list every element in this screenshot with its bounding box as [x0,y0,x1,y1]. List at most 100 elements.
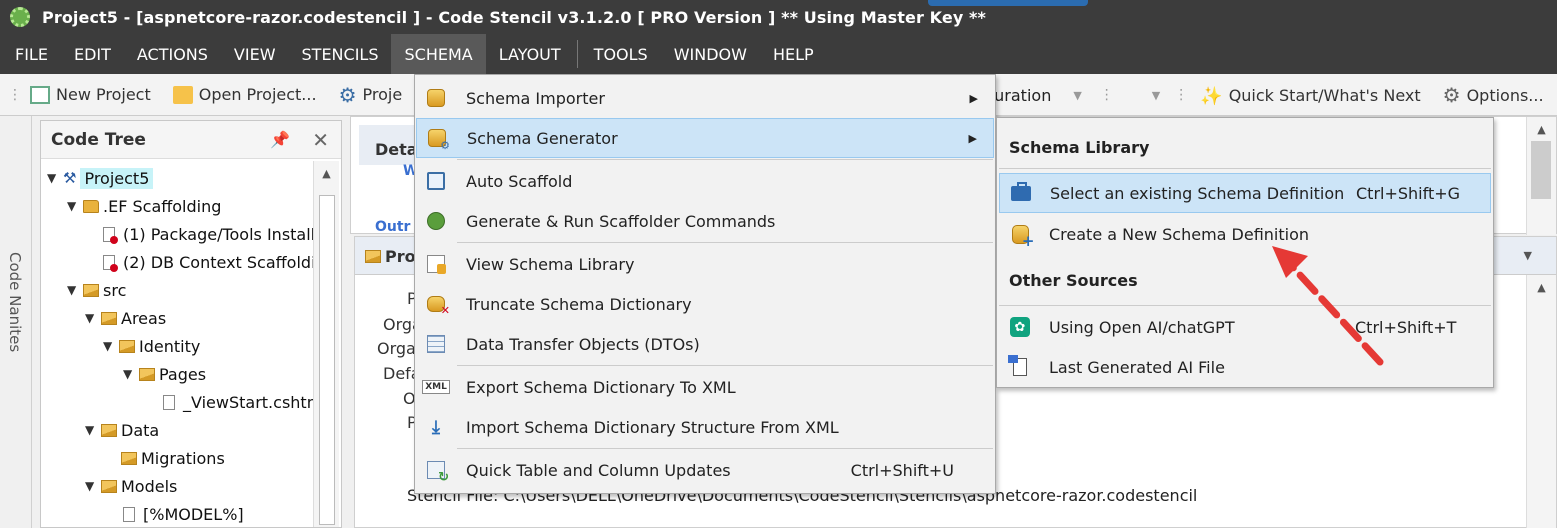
library-icon [426,254,446,274]
tree-node-label: src [103,280,127,300]
tree-node[interactable]: _ViewStart.cshtml [163,389,327,415]
close-icon[interactable]: ✕ [312,128,329,152]
menu-item-export-xml[interactable]: XML Export Schema Dictionary To XML [416,367,994,407]
project-settings-label: Proje [362,85,403,104]
tree-node[interactable]: (1) Package/Tools Install [103,221,315,247]
chevron-down-icon[interactable]: ▼ [67,283,83,297]
chevron-down-icon[interactable]: ▼ [85,311,101,325]
schema-menu: Schema Importer ▶ Schema Generator ▶ Aut… [414,74,996,494]
menu-item-dtos[interactable]: Data Transfer Objects (DTOs) [416,324,994,364]
open-project-label: Open Project... [198,85,317,104]
toolbar-grip-icon[interactable]: ⋮ [1174,87,1188,103]
menu-window[interactable]: WINDOW [661,34,760,74]
open-project-button[interactable]: Open Project... [172,85,317,104]
quick-start-label: Quick Start/What's Next [1228,85,1421,105]
script-icon [103,226,118,244]
code-nanites-tab[interactable]: Code Nanites [6,252,24,352]
scroll-up-icon[interactable]: ▲ [1527,117,1556,136]
database-add-icon [1009,223,1034,250]
menu-item-shortcut: Ctrl+Shift+U [850,460,954,480]
scroll-up-icon[interactable]: ▲ [1527,275,1556,294]
chevron-down-icon[interactable]: ▼ [85,479,101,493]
script-icon [103,254,118,272]
toolbar-grip-icon[interactable]: ⋮ [8,87,22,103]
tree-node[interactable]: ▼ src [67,277,126,303]
menu-stencils[interactable]: STENCILS [289,34,392,74]
tree-node[interactable]: ▼ Models [85,473,177,499]
chevron-down-icon[interactable]: ▼ [67,199,83,213]
tree-node[interactable]: [%MODEL%] [123,501,244,527]
tree-node[interactable]: (2) DB Context Scaffoldi... [103,249,331,275]
project-settings-button[interactable]: ⚙ Proje [339,85,403,105]
menu-item-schema-importer[interactable]: Schema Importer ▶ [416,78,994,118]
options-gear-icon: ⚙ [1442,83,1461,107]
details-scrollbar[interactable]: ▲ [1526,117,1556,235]
project-scrollbar[interactable]: ▲ [1526,275,1556,528]
menu-help[interactable]: HELP [760,34,827,74]
database-gear-icon [427,128,450,152]
tree-node[interactable]: ▼ Identity [103,333,200,359]
menu-schema[interactable]: SCHEMA [391,34,486,74]
quick-start-button[interactable]: ✨ Quick Start/What's Next [1200,85,1421,108]
menu-item-schema-generator[interactable]: Schema Generator ▶ [416,118,994,158]
tree-node[interactable]: Migrations [121,445,225,471]
schema-generator-submenu: Schema Library Select an existing Schema… [996,117,1494,388]
chevron-down-icon[interactable]: ▼ [103,339,119,353]
menu-item-truncate-schema[interactable]: Truncate Schema Dictionary [416,284,994,324]
tab-dropdown-icon[interactable]: ▼ [1524,249,1532,262]
toolbar-right-group: guration ▼ ⋮ ▼ ⋮ ✨ Quick Start/What's Ne… [984,74,1557,116]
tree-node[interactable]: ▼ ⚒ Project5 [47,165,154,191]
project-tab-label: Pro [385,247,416,266]
chevron-down-icon[interactable]: ▼ [123,367,139,381]
tree-node[interactable]: ▼ Pages [123,361,206,387]
menu-item-label: Export Schema Dictionary To XML [466,377,736,397]
folder-open-icon [101,479,117,493]
scroll-up-icon[interactable]: ▲ [314,161,339,180]
toolbar-grip-icon[interactable]: ⋮ [1100,87,1114,103]
menu-file[interactable]: FILE [2,34,61,74]
window-title: Project5 - [aspnetcore-razor.codestencil… [42,7,986,27]
configuration-dropdown-icon[interactable]: ▼ [1073,89,1081,102]
menu-item-import-xml[interactable]: ⤓ Import Schema Dictionary Structure Fro… [416,407,994,447]
menu-edit[interactable]: EDIT [61,34,124,74]
ai-file-icon [1008,355,1031,378]
download-icon: ⤓ [432,416,440,438]
chevron-down-icon[interactable]: ▼ [47,171,63,185]
scrollbar-thumb[interactable] [319,195,335,525]
tree-node[interactable]: ▼ .EF Scaffolding [67,193,221,219]
menu-layout[interactable]: LAYOUT [486,34,574,74]
toolbar-overflow-icon[interactable]: ▼ [1152,89,1160,102]
menu-view[interactable]: VIEW [221,34,289,74]
menu-item-create-new-schema[interactable]: Create a New Schema Definition [999,214,1491,254]
menu-item-label: Using Open AI/chatGPT [1049,317,1235,337]
file-icon [123,506,135,522]
xml-icon: XML [422,377,450,397]
chevron-down-icon[interactable]: ▼ [85,423,101,437]
menu-item-generate-run-scaffolder[interactable]: Generate & Run Scaffolder Commands [416,201,994,241]
new-project-button[interactable]: New Project [30,85,151,104]
project-tab[interactable]: Pro [365,247,416,266]
menu-item-shortcut: Ctrl+Shift+G [1356,183,1461,203]
menu-item-label: View Schema Library [466,254,635,274]
menu-item-quick-table-updates[interactable]: Quick Table and Column Updates Ctrl+Shif… [416,450,994,490]
pin-icon[interactable]: 📌 [270,130,290,149]
menu-item-view-schema-library[interactable]: View Schema Library [416,244,994,284]
scrollbar-thumb[interactable] [1531,141,1551,199]
run-icon [426,211,446,231]
menu-item-using-openai[interactable]: ✿ Using Open AI/chatGPT Ctrl+Shift+T [999,307,1491,347]
tree-node-label: Areas [121,308,167,328]
menu-actions[interactable]: ACTIONS [124,34,221,74]
submenu-header-schema-library: Schema Library [1009,138,1150,157]
tree-node[interactable]: ▼ Data [85,417,159,443]
magic-wand-icon: ✨ [1200,86,1223,107]
menu-item-label: Schema Generator [467,128,618,148]
tree-node[interactable]: ▼ Areas [85,305,166,331]
menu-tools[interactable]: TOOLS [581,34,661,74]
code-tree-scrollbar[interactable]: ▲ [313,161,339,527]
menu-separator [457,159,993,160]
menu-item-auto-scaffold[interactable]: Auto Scaffold [416,161,994,201]
options-button[interactable]: ⚙ Options... [1442,83,1544,107]
menu-item-select-existing-schema[interactable]: Select an existing Schema Definition Ctr… [999,173,1491,213]
tree-node-label: Pages [159,364,207,384]
menu-item-last-generated-ai-file[interactable]: Last Generated AI File [999,347,1491,387]
